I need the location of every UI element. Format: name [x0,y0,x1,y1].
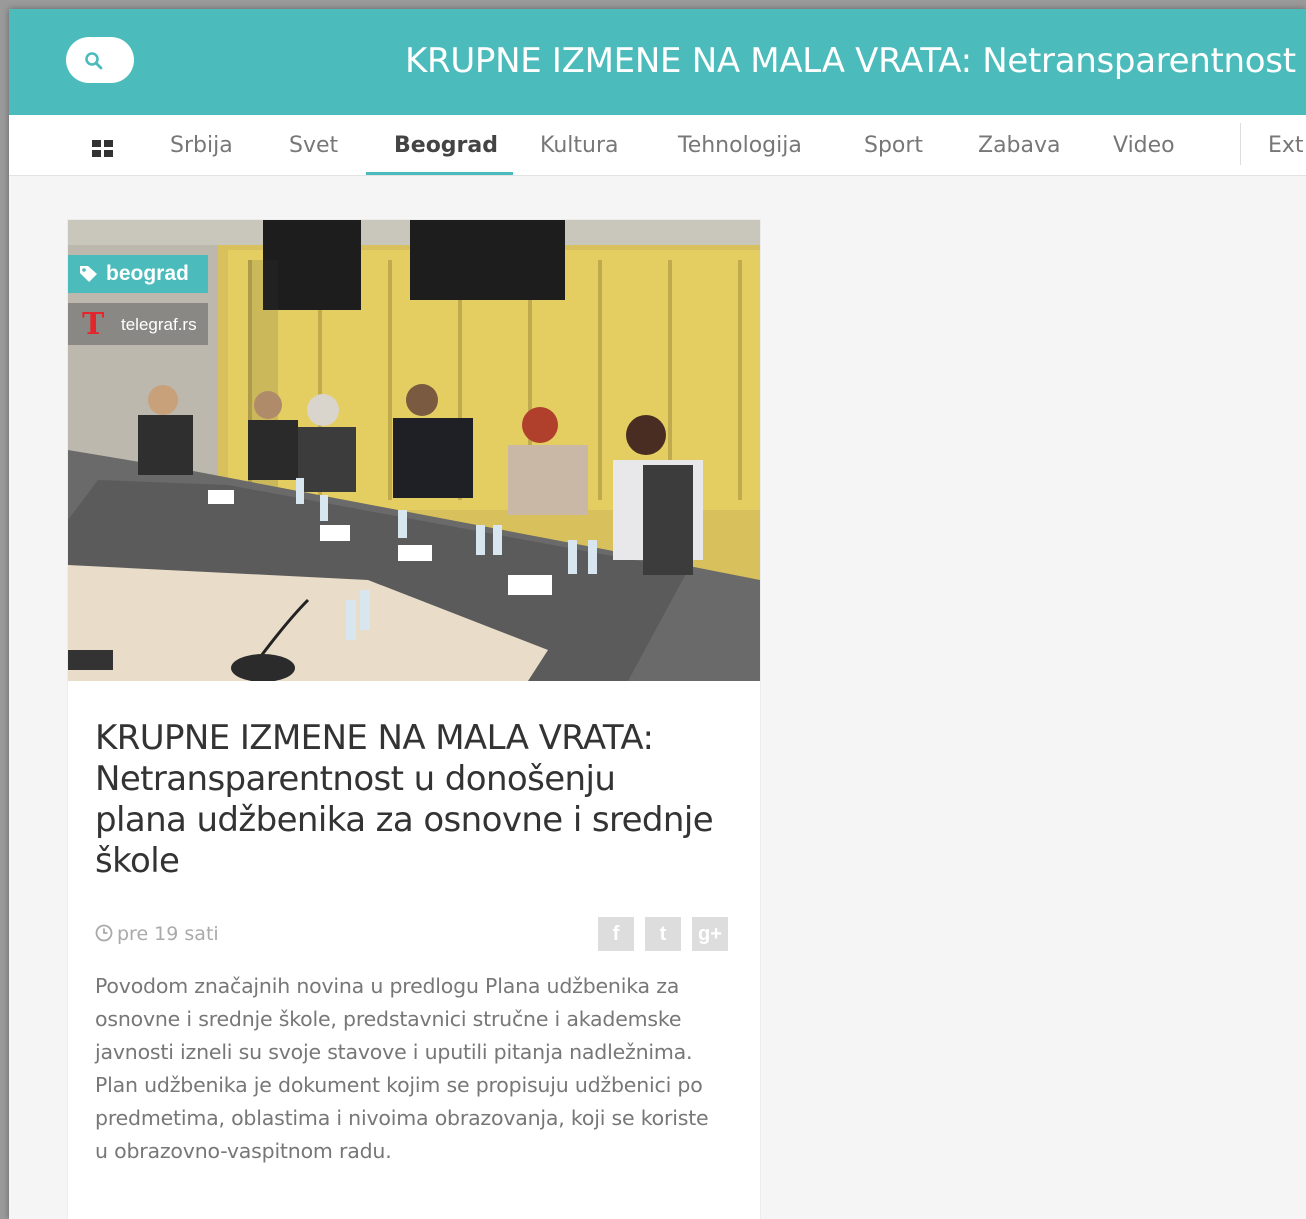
source-badge[interactable]: T telegraf.rs [68,303,208,345]
category-nav: Srbija Svet Beograd Kultura Tehnologija … [9,115,1306,176]
article-card[interactable]: beograd T telegraf.rs KRUPNE IZMENE NA M… [67,219,761,1219]
browser-viewport: KRUPNE IZMENE NA MALA VRATA: Netranspare… [9,9,1306,1219]
nav-item-video[interactable]: Video [1113,133,1175,158]
article-title[interactable]: KRUPNE IZMENE NA MALA VRATA: Netranspare… [95,718,715,882]
article-timestamp: pre 19 sati [95,923,219,945]
share-twitter-button[interactable]: t [645,917,681,951]
clock-icon [95,924,113,942]
nav-item-beograd[interactable]: Beograd [394,133,498,158]
category-tag-label: beograd [106,262,189,285]
header-title[interactable]: KRUPNE IZMENE NA MALA VRATA: Netranspare… [405,41,1296,81]
facebook-icon: f [612,923,620,945]
nav-item-srbija[interactable]: Srbija [170,133,233,158]
nav-item-ext[interactable]: Ext [1268,133,1304,158]
grid-menu-icon[interactable] [92,140,114,158]
tag-icon [80,266,97,282]
nav-item-sport[interactable]: Sport [864,133,923,158]
nav-item-zabava[interactable]: Zabava [978,133,1061,158]
twitter-icon: t [659,923,667,945]
source-name: telegraf.rs [121,315,197,334]
nav-item-kultura[interactable]: Kultura [540,133,618,158]
active-nav-indicator [366,172,513,175]
share-googleplus-button[interactable]: g+ [692,917,728,951]
nav-item-svet[interactable]: Svet [289,133,338,158]
category-tag[interactable]: beograd [68,255,208,293]
nav-divider [1240,123,1241,165]
article-excerpt: Povodom značajnih novina u predlogu Plan… [95,974,709,1163]
article-time-text: pre 19 sati [117,923,219,945]
search-icon [85,52,103,70]
search-button[interactable] [66,37,134,83]
source-logo: T [82,307,105,342]
article-image[interactable]: beograd T telegraf.rs [68,220,760,681]
top-header-bar: KRUPNE IZMENE NA MALA VRATA: Netranspare… [9,9,1306,115]
googleplus-icon: g+ [698,923,722,945]
nav-item-tehnologija[interactable]: Tehnologija [678,133,802,158]
share-facebook-button[interactable]: f [598,917,634,951]
